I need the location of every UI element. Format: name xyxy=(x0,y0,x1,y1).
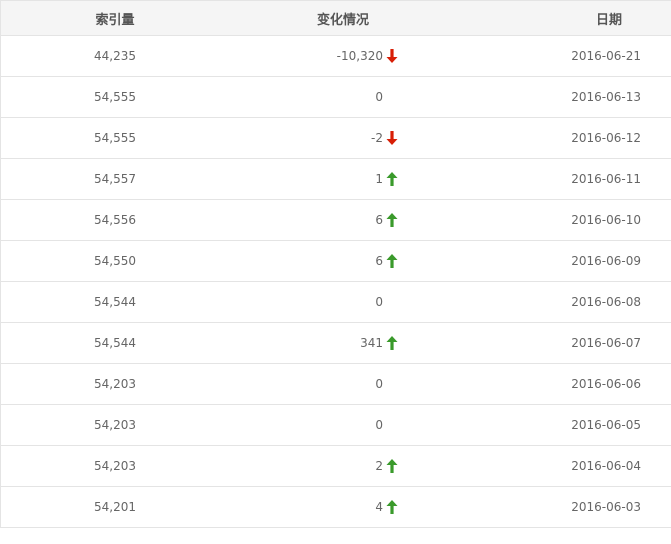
table-row: 54,203 0 2016-06-05 xyxy=(1,405,671,446)
arrow-up-icon xyxy=(386,254,398,268)
date-value: 2016-06-09 xyxy=(571,254,641,268)
index-volume-value: 54,555 xyxy=(94,131,136,145)
change-value: 1 xyxy=(375,172,383,186)
index-volume-table: 索引量 变化情况 日期 44,235 -10,320 2016-06-21 54,55… xyxy=(0,0,671,528)
date-value: 2016-06-10 xyxy=(571,213,641,227)
date-value: 2016-06-12 xyxy=(571,131,641,145)
date-value: 2016-06-11 xyxy=(571,172,641,186)
index-volume-value: 54,550 xyxy=(94,254,136,268)
date-value: 2016-06-08 xyxy=(571,295,641,309)
change-cell: 6 xyxy=(229,254,398,268)
change-cell: -2 xyxy=(229,131,398,145)
change-wrap: 6 xyxy=(229,213,398,227)
change-cell: 0 xyxy=(229,377,398,391)
change-wrap: 4 xyxy=(229,500,398,514)
table-row: 44,235 -10,320 2016-06-21 xyxy=(1,36,671,77)
date-value: 2016-06-06 xyxy=(571,377,641,391)
date-value: 2016-06-05 xyxy=(571,418,641,432)
change-wrap: 6 xyxy=(229,254,398,268)
change-value: 0 xyxy=(375,90,383,104)
header-change[interactable]: 变化情况 xyxy=(229,9,457,28)
change-cell: 6 xyxy=(229,213,398,227)
change-value: -10,320 xyxy=(336,49,383,63)
change-value: -2 xyxy=(371,131,383,145)
table-body: 44,235 -10,320 2016-06-21 54,555 0 2016-06-13… xyxy=(1,36,671,528)
index-volume-value: 54,544 xyxy=(94,336,136,350)
change-value: 6 xyxy=(375,254,383,268)
arrow-down-icon xyxy=(386,131,398,145)
change-cell: 341 xyxy=(229,336,398,350)
arrow-up-icon xyxy=(386,336,398,350)
table-row: 54,557 1 2016-06-11 xyxy=(1,159,671,200)
arrow-up-icon xyxy=(386,213,398,227)
change-value: 0 xyxy=(375,295,383,309)
index-volume-value: 54,544 xyxy=(94,295,136,309)
index-volume-value: 44,235 xyxy=(94,49,136,63)
header-date[interactable]: 日期 xyxy=(457,9,671,28)
change-cell: 0 xyxy=(229,418,398,432)
date-value: 2016-06-03 xyxy=(571,500,641,514)
change-cell: 1 xyxy=(229,172,398,186)
change-wrap: 0 xyxy=(229,295,398,309)
table-row: 54,544 341 2016-06-07 xyxy=(1,323,671,364)
change-value: 2 xyxy=(375,459,383,473)
table-row: 54,203 0 2016-06-06 xyxy=(1,364,671,405)
table-header: 索引量 变化情况 日期 xyxy=(1,0,671,36)
change-wrap: 341 xyxy=(229,336,398,350)
change-wrap: 2 xyxy=(229,459,398,473)
arrow-down-icon xyxy=(386,49,398,63)
change-wrap: 0 xyxy=(229,377,398,391)
change-wrap: -10,320 xyxy=(229,49,398,63)
date-value: 2016-06-07 xyxy=(571,336,641,350)
change-cell: 2 xyxy=(229,459,398,473)
index-volume-value: 54,557 xyxy=(94,172,136,186)
arrow-up-icon xyxy=(386,459,398,473)
table-row: 54,555 -2 2016-06-12 xyxy=(1,118,671,159)
arrow-up-icon xyxy=(386,172,398,186)
change-value: 341 xyxy=(360,336,383,350)
change-cell: -10,320 xyxy=(229,49,398,63)
date-value: 2016-06-04 xyxy=(571,459,641,473)
header-index-volume[interactable]: 索引量 xyxy=(1,9,229,28)
change-value: 4 xyxy=(375,500,383,514)
index-volume-value: 54,203 xyxy=(94,418,136,432)
index-volume-value: 54,203 xyxy=(94,377,136,391)
index-volume-value: 54,556 xyxy=(94,213,136,227)
change-value: 6 xyxy=(375,213,383,227)
change-wrap: 0 xyxy=(229,90,398,104)
table-row: 54,555 0 2016-06-13 xyxy=(1,77,671,118)
change-value: 0 xyxy=(375,418,383,432)
change-wrap: 0 xyxy=(229,418,398,432)
change-cell: 0 xyxy=(229,295,398,309)
index-volume-value: 54,555 xyxy=(94,90,136,104)
table-row: 54,550 6 2016-06-09 xyxy=(1,241,671,282)
table-row: 54,556 6 2016-06-10 xyxy=(1,200,671,241)
table-row: 54,203 2 2016-06-04 xyxy=(1,446,671,487)
change-wrap: -2 xyxy=(229,131,398,145)
index-volume-value: 54,201 xyxy=(94,500,136,514)
table-row: 54,544 0 2016-06-08 xyxy=(1,282,671,323)
change-value: 0 xyxy=(375,377,383,391)
date-value: 2016-06-21 xyxy=(571,49,641,63)
date-value: 2016-06-13 xyxy=(571,90,641,104)
arrow-up-icon xyxy=(386,500,398,514)
change-cell: 0 xyxy=(229,90,398,104)
index-volume-value: 54,203 xyxy=(94,459,136,473)
change-cell: 4 xyxy=(229,500,398,514)
change-wrap: 1 xyxy=(229,172,398,186)
table-row: 54,201 4 2016-06-03 xyxy=(1,487,671,528)
